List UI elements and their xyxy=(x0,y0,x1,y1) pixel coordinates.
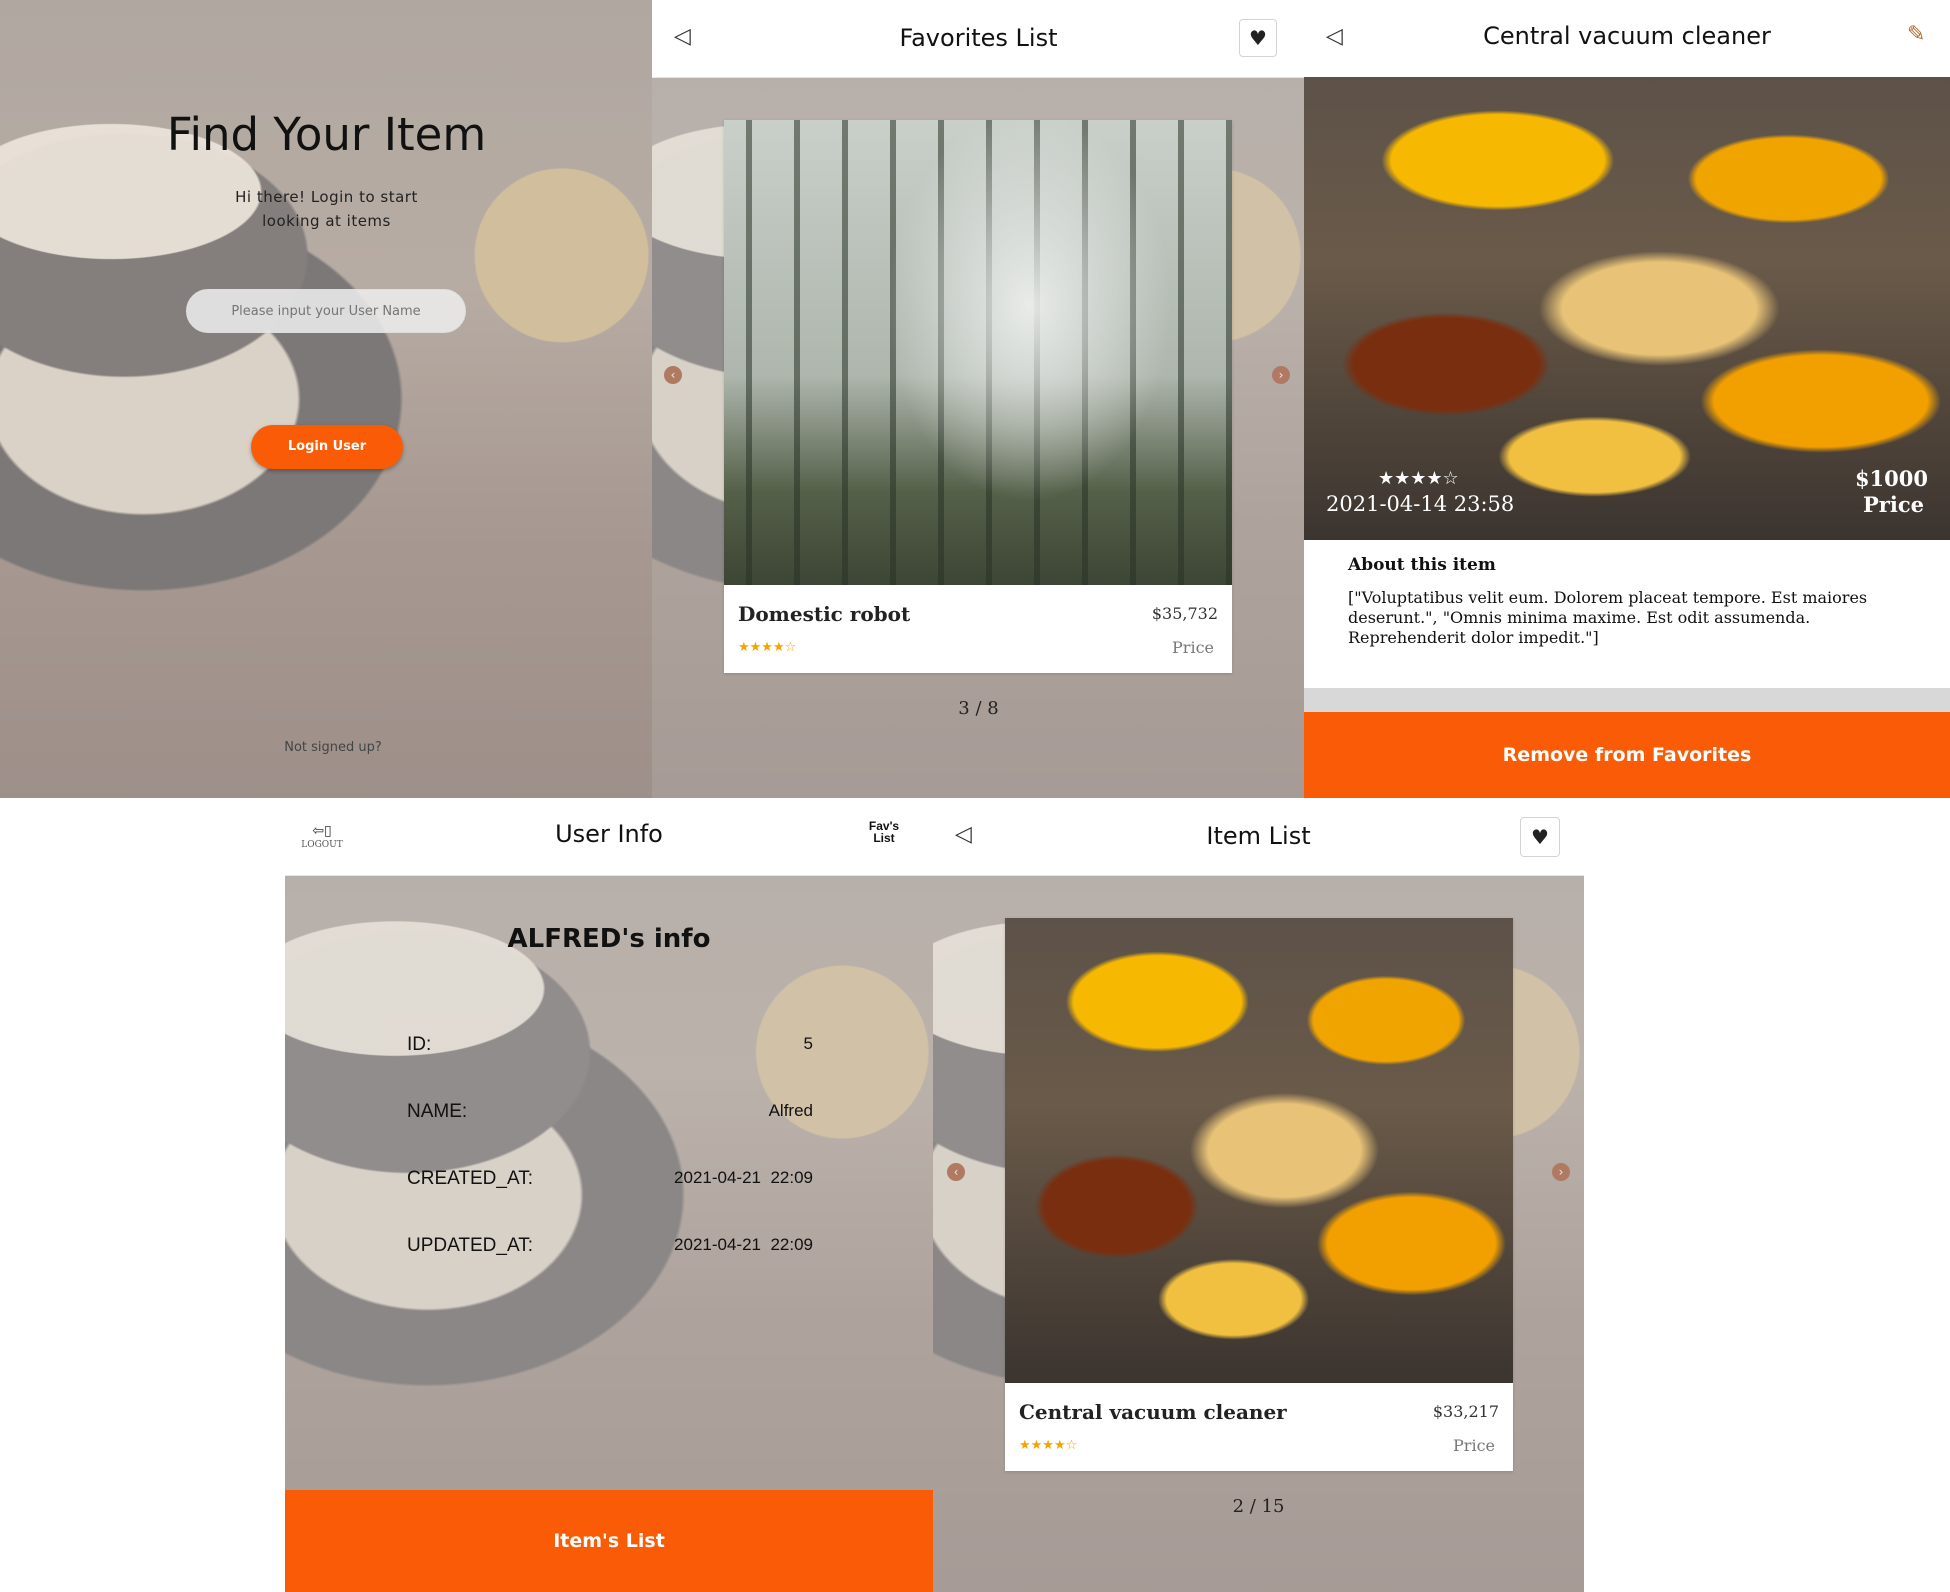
username-input[interactable] xyxy=(186,289,466,333)
item-card[interactable]: Central vacuum cleaner $33,217 ★★★★☆ Pri… xyxy=(1005,918,1513,1471)
page-title: User Info xyxy=(555,820,663,848)
login-screen: Find Your Item Hi there! Login to start … xyxy=(0,0,653,798)
heart-icon[interactable]: ♥ xyxy=(1239,19,1277,57)
items-list-button[interactable]: Item's List xyxy=(285,1490,933,1592)
chevron-left-icon[interactable]: ‹ xyxy=(947,1163,965,1181)
item-name: Central vacuum cleaner xyxy=(1019,1400,1287,1424)
price-label: Price xyxy=(1863,492,1924,517)
item-price: $1000 xyxy=(1854,466,1928,491)
favs-list-button[interactable]: Fav's List xyxy=(864,820,904,844)
price-label: Price xyxy=(1172,638,1214,657)
about-heading: About this item xyxy=(1348,555,1496,575)
edit-icon[interactable]: ✎ xyxy=(1907,22,1925,47)
chevron-right-icon[interactable]: › xyxy=(1552,1163,1570,1181)
chevron-left-icon[interactable]: ‹ xyxy=(664,366,682,384)
page-title: Central vacuum cleaner xyxy=(1483,22,1771,50)
item-detail-screen: ◁ Central vacuum cleaner ✎ ★★★★☆ 2021-04… xyxy=(1304,0,1950,798)
item-price: $35,732 xyxy=(1151,604,1218,623)
favorites-header: ◁ Favorites List ♥ xyxy=(652,0,1305,78)
heart-icon[interactable]: ♥ xyxy=(1520,817,1560,857)
info-heading: ALFRED's info xyxy=(507,924,711,954)
login-subtitle-line2: looking at items xyxy=(262,212,391,230)
page-title: Favorites List xyxy=(899,24,1058,52)
user-info-screen: ⇦▯ LOGOUT User Info Fav's List ALFRED's … xyxy=(285,798,933,1592)
item-list-header: ◁ Item List ♥ xyxy=(933,798,1584,876)
rating-stars: ★★★★☆ xyxy=(1378,468,1459,489)
field-value-created: 2021-04-21 22:09 xyxy=(674,1168,813,1187)
login-subtitle-line1: Hi there! Login to start xyxy=(235,188,418,206)
field-value-id: 5 xyxy=(803,1034,813,1053)
user-info-header: ⇦▯ LOGOUT User Info Fav's List xyxy=(285,798,933,876)
favorites-screen: ◁ Favorites List ♥ ‹ › Domestic robot $3… xyxy=(652,0,1305,798)
detail-header: ◁ Central vacuum cleaner ✎ xyxy=(1304,0,1950,78)
pager: 2 / 15 xyxy=(1232,1496,1285,1517)
item-image xyxy=(724,120,1232,585)
signup-link[interactable]: Not signed up? xyxy=(0,740,653,755)
rating-stars: ★★★★☆ xyxy=(738,640,797,655)
field-label-created: CREATED_AT: xyxy=(407,1168,533,1189)
item-card[interactable]: Domestic robot $35,732 ★★★★☆ Price xyxy=(724,120,1232,673)
field-label-name: NAME: xyxy=(407,1101,468,1122)
login-title: Find Your Item xyxy=(166,108,487,161)
favs-list-line2: List xyxy=(873,831,895,845)
field-value-updated: 2021-04-21 22:09 xyxy=(674,1235,813,1254)
page-title: Item List xyxy=(1206,822,1311,850)
chevron-right-icon[interactable]: › xyxy=(1272,366,1290,384)
item-date: 2021-04-14 23:58 xyxy=(1326,492,1515,516)
item-list-screen: ◁ Item List ♥ ‹ › Central vacuum cleaner… xyxy=(933,798,1584,1592)
rating-stars: ★★★★☆ xyxy=(1019,1438,1078,1453)
item-name: Domestic robot xyxy=(738,602,911,626)
background-overlay xyxy=(285,798,933,1592)
field-label-id: ID: xyxy=(407,1034,432,1055)
item-price: $33,217 xyxy=(1432,1402,1499,1421)
item-image xyxy=(1005,918,1513,1383)
about-text: ["Voluptatibus velit eum. Dolorem placea… xyxy=(1348,588,1868,647)
remove-from-favorites-button[interactable]: Remove from Favorites xyxy=(1304,712,1950,798)
divider xyxy=(1304,688,1950,712)
price-label: Price xyxy=(1453,1436,1495,1455)
pager: 3 / 8 xyxy=(958,698,999,719)
field-label-updated: UPDATED_AT: xyxy=(407,1235,533,1256)
login-button[interactable]: Login User xyxy=(251,425,403,469)
field-value-name: Alfred xyxy=(768,1101,813,1120)
